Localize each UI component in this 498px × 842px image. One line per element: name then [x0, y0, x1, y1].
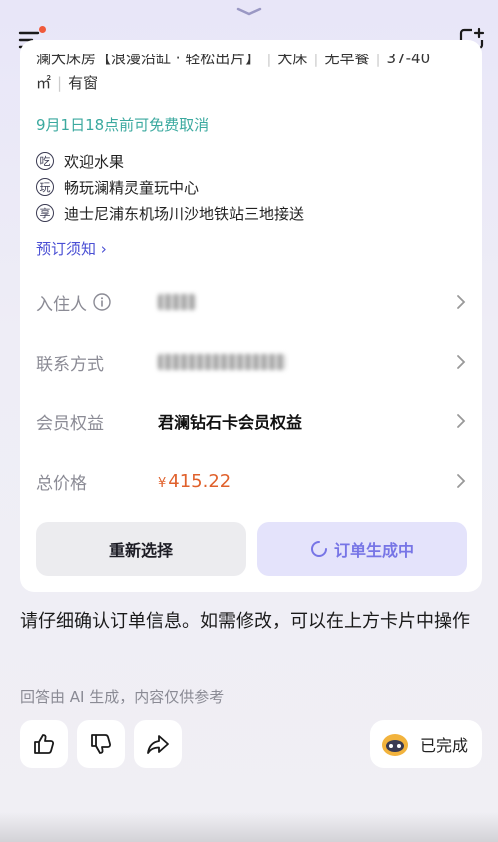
perk-list: 吃欢迎水果 玩畅玩澜精灵童玩中心 享迪士尼浦东机场川沙地铁站三地接送 [36, 148, 304, 226]
status-badge: 已完成 [369, 720, 482, 768]
total-price: ¥415.22 [158, 471, 231, 492]
ai-disclaimer: 回答由 AI 生成，内容仅供参考 [20, 688, 225, 706]
total-price-label: 总价格 [36, 473, 87, 494]
chevron-right-icon [457, 295, 466, 309]
perk-text: 欢迎水果 [64, 152, 125, 171]
guest-name-redacted [158, 294, 196, 310]
area-unit: ㎡ [36, 74, 52, 92]
info-icon[interactable] [93, 293, 111, 311]
phone-redacted [158, 354, 286, 370]
list-item: 玩畅玩澜精灵童玩中心 [36, 174, 304, 200]
thumbs-down-icon [91, 734, 112, 754]
guest-row[interactable]: 入住人 [36, 282, 466, 322]
reselect-button[interactable]: 重新选择 [36, 522, 246, 576]
list-item: 吃欢迎水果 [36, 148, 304, 174]
perk-text: 畅玩澜精灵童玩中心 [64, 178, 200, 197]
bottom-shadow [0, 812, 498, 842]
perk-tag: 享 [36, 204, 54, 222]
guest-label-text: 入住人 [36, 294, 87, 315]
membership-label: 会员权益 [36, 413, 104, 434]
membership-row[interactable]: 会员权益 君澜钻石卡会员权益 [36, 401, 466, 441]
currency-symbol: ¥ [158, 475, 167, 491]
window-info: 有窗 [68, 74, 99, 92]
assistant-avatar-icon [381, 734, 408, 756]
chevron-right-icon [457, 414, 466, 428]
notification-dot [39, 26, 46, 33]
room-name: 澜大床房【浪漫沿缸 · 轻松出片】 [36, 54, 261, 67]
bed-type: 大床 [277, 54, 308, 67]
order-generating-button[interactable]: 订单生成中 [257, 522, 467, 576]
contact-label: 联系方式 [36, 354, 104, 375]
thumbs-up-icon [34, 734, 55, 754]
price-value: 415.22 [168, 470, 232, 492]
share-icon [147, 735, 169, 754]
booking-notice-link[interactable]: 预订须知 › [36, 238, 107, 259]
assistant-message: 请仔细确认订单信息。如需修改，可以在上方卡片中操作 [20, 611, 470, 632]
guest-label: 入住人 [36, 290, 158, 315]
list-item: 享迪士尼浦东机场川沙地铁站三地接送 [36, 200, 304, 226]
like-button[interactable] [20, 720, 68, 768]
status-text: 已完成 [419, 736, 468, 755]
contact-row[interactable]: 联系方式 [36, 342, 466, 382]
chevron-right-icon [457, 474, 466, 488]
breakfast: 无早餐 [324, 54, 370, 67]
generating-label: 订单生成中 [333, 541, 414, 560]
dislike-button[interactable] [77, 720, 125, 768]
loading-spinner-icon [310, 541, 327, 557]
membership-value: 君澜钻石卡会员权益 [158, 413, 303, 432]
perk-text: 迪士尼浦东机场川沙地铁站三地接送 [64, 204, 305, 223]
drawer-handle[interactable] [236, 6, 262, 16]
order-card: 澜大床房【浪漫沿缸 · 轻松出片】 | 大床 | 无早餐 | 37-40 ㎡ | 有窗 9月1日… [20, 40, 482, 592]
perk-tag: 玩 [36, 178, 54, 196]
chevron-right-icon [457, 355, 466, 369]
share-button[interactable] [134, 720, 182, 768]
total-price-row[interactable]: 总价格 ¥415.22 [36, 461, 466, 501]
cancel-policy: 9月1日18点前可免费取消 [36, 116, 210, 134]
room-summary: 澜大床房【浪漫沿缸 · 轻松出片】 | 大床 | 无早餐 | 37-40 ㎡ | 有窗 [36, 54, 476, 104]
perk-tag: 吃 [36, 152, 54, 170]
room-area: 37-40 [386, 54, 431, 67]
